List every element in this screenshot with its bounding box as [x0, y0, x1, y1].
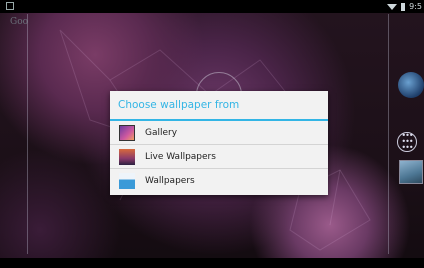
photo-icon[interactable] [399, 160, 423, 184]
option-gallery[interactable]: Gallery [110, 121, 328, 145]
option-live-wallpapers[interactable]: Live Wallpapers [110, 145, 328, 169]
option-label: Live Wallpapers [145, 151, 216, 162]
notification-icon [6, 2, 14, 10]
workspace-right-edge [388, 14, 389, 254]
option-label: Gallery [145, 127, 178, 138]
google-search-hint[interactable]: Goo [10, 17, 28, 27]
gallery-icon [119, 124, 135, 141]
status-time: 9:5 [409, 2, 422, 11]
navigation-bar [0, 258, 424, 268]
battery-icon [401, 2, 406, 11]
live-wallpapers-icon [119, 148, 135, 165]
option-wallpapers[interactable]: Wallpapers [110, 169, 328, 193]
status-bar: 9:5 [0, 0, 424, 13]
status-right: 9:5 [387, 0, 422, 13]
option-label: Wallpapers [145, 176, 195, 186]
all-apps-icon: ••• ••• ••• [401, 131, 413, 152]
workspace-left-edge [27, 14, 28, 254]
globe-icon[interactable] [398, 72, 424, 98]
wallpapers-icon [119, 173, 135, 189]
wifi-icon [387, 3, 398, 10]
wallpaper-chooser-dialog: Choose wallpaper from Gallery Live Wallp… [110, 91, 328, 195]
dialog-title: Choose wallpaper from [118, 99, 240, 111]
all-apps-button[interactable]: ••• ••• ••• [397, 132, 417, 152]
